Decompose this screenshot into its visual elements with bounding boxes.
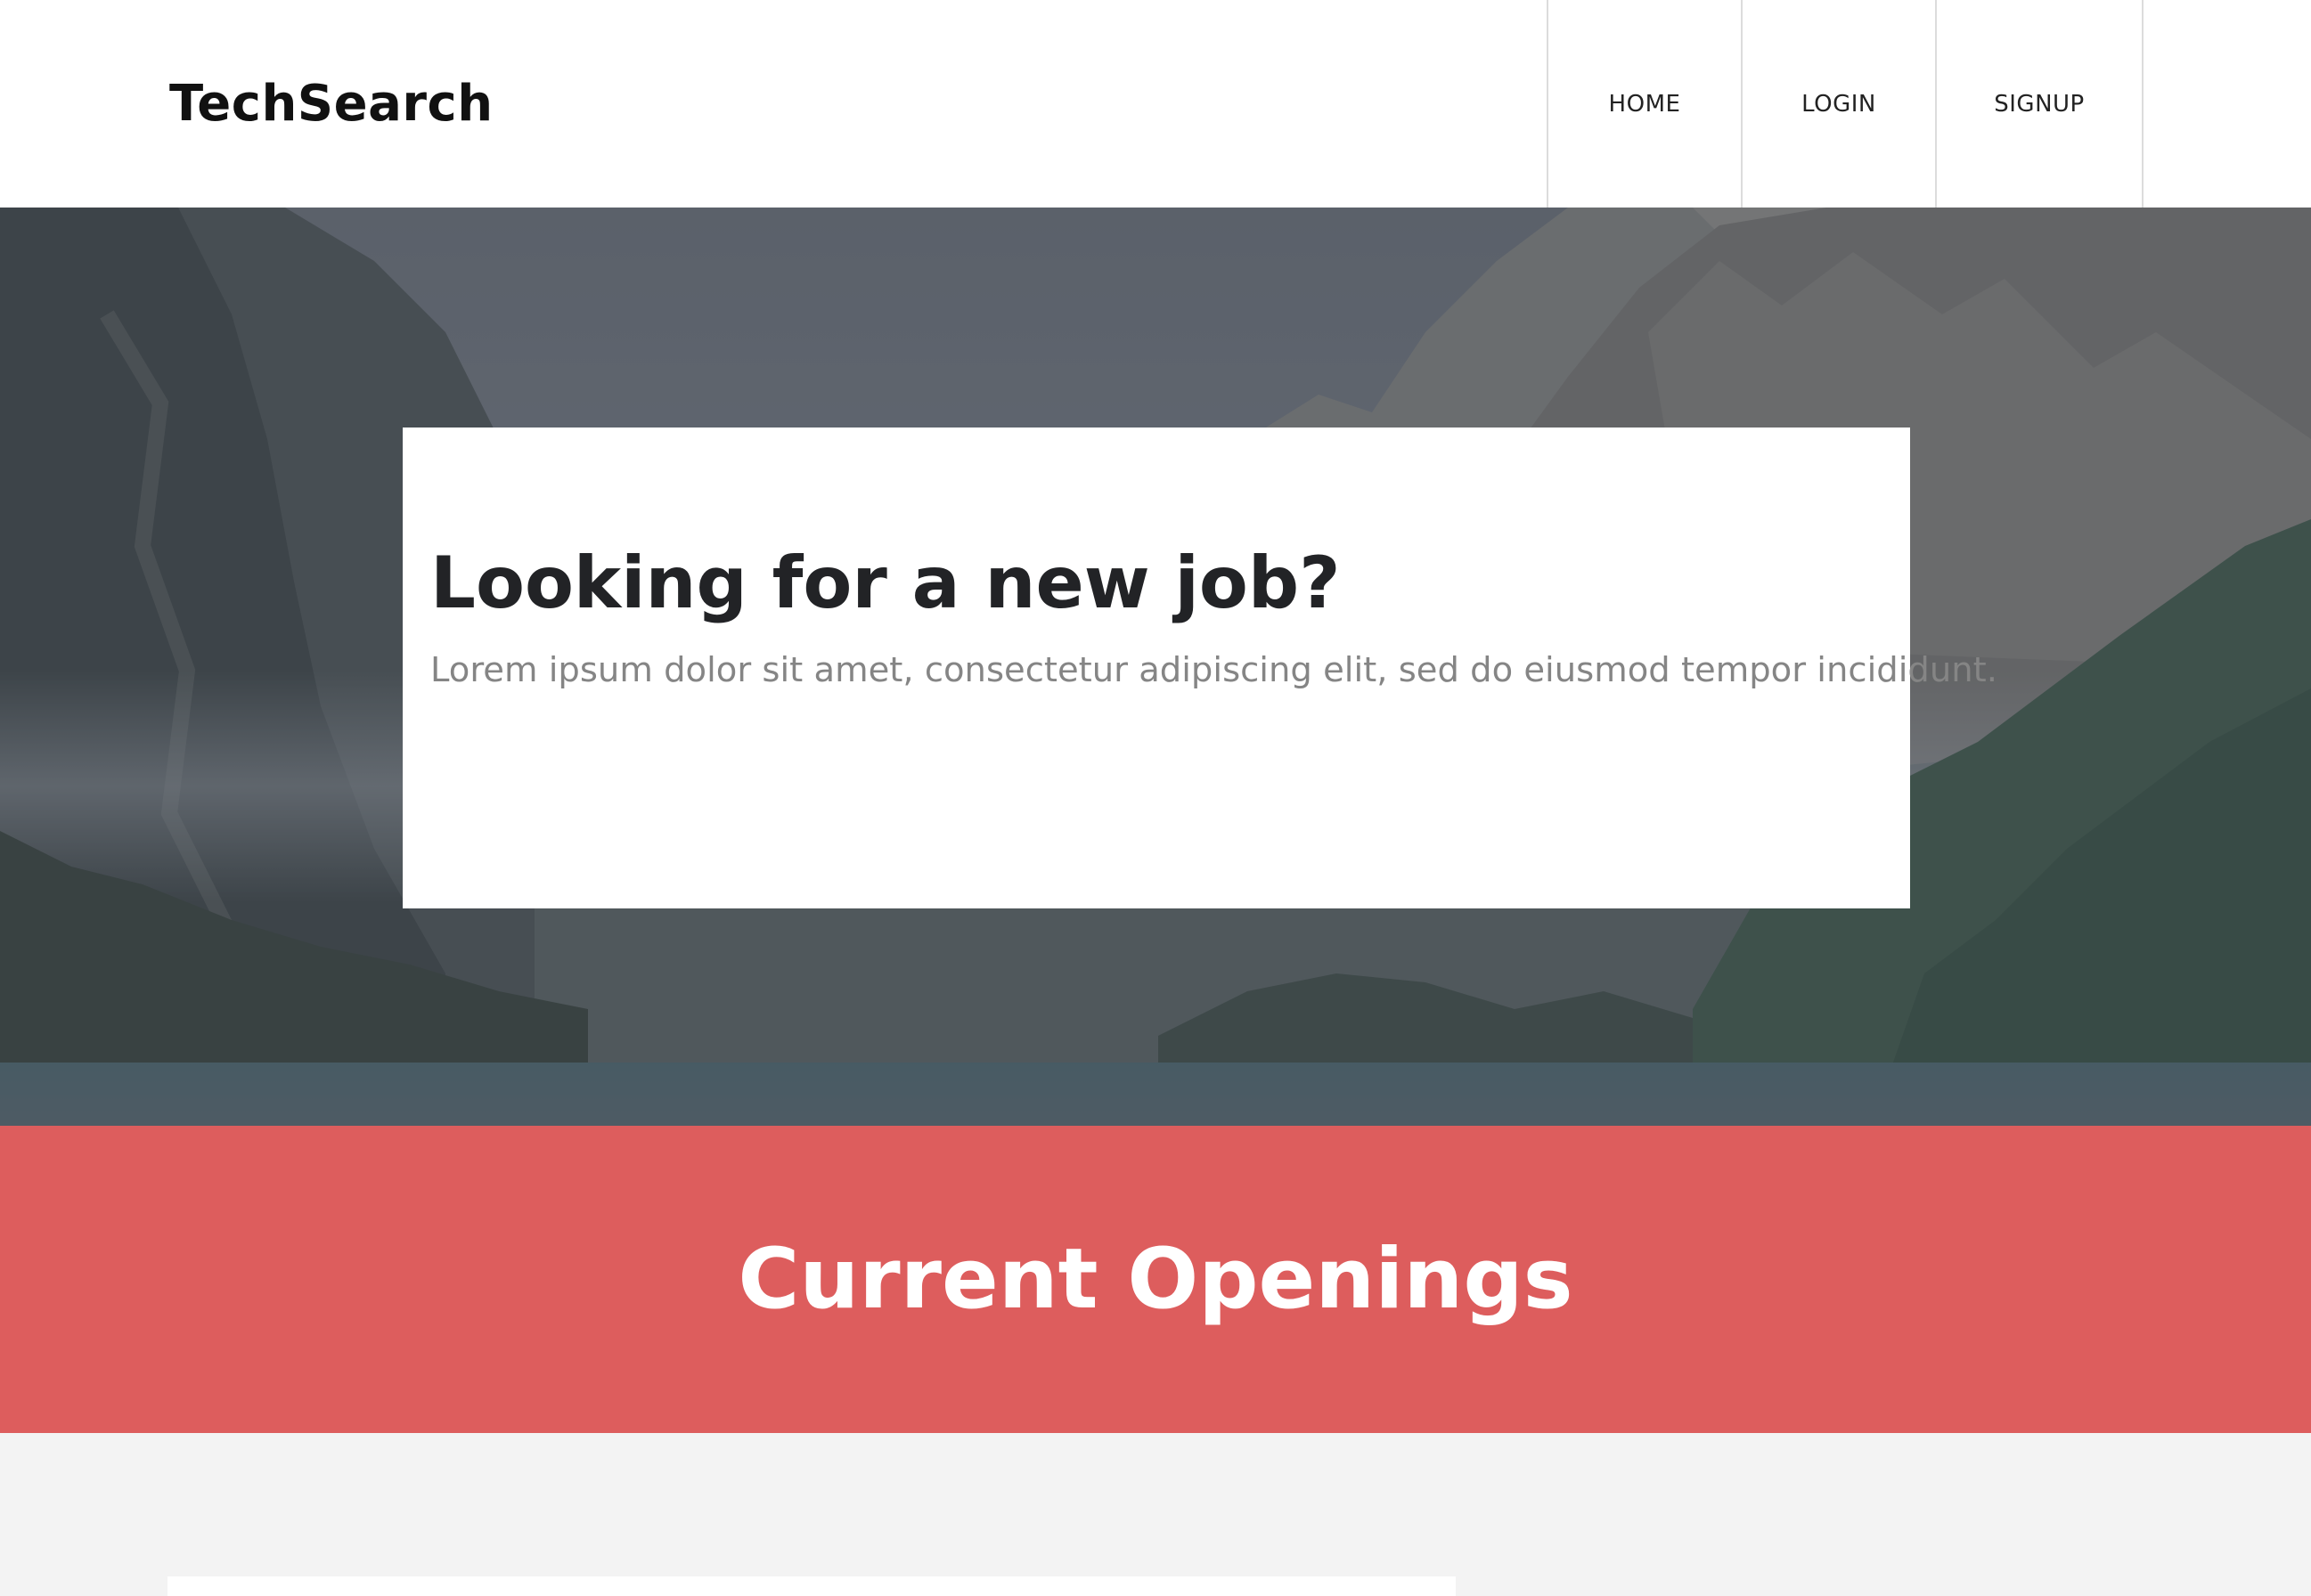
page: TechSearch HOME LOGIN SIGNUP Looking for… (0, 0, 2311, 1596)
nav-login-link[interactable]: LOGIN (1743, 0, 1937, 208)
nav-signup-link[interactable]: SIGNUP (1937, 0, 2144, 208)
brand-logo[interactable]: TechSearch (169, 73, 494, 135)
main-nav: HOME LOGIN SIGNUP (1547, 0, 2144, 208)
site-header: TechSearch HOME LOGIN SIGNUP (0, 0, 2311, 208)
openings-title: Current Openings (738, 1230, 1573, 1328)
nav-home-link[interactable]: HOME (1548, 0, 1743, 208)
hero-section: Looking for a new job? Lorem ipsum dolor… (0, 208, 2311, 1126)
openings-banner: Current Openings (0, 1126, 2311, 1433)
job-listing-card[interactable] (167, 1576, 1456, 1596)
job-listing-area (0, 1433, 2311, 1596)
hero-title: Looking for a new job? (430, 542, 1341, 624)
hero-card: Looking for a new job? Lorem ipsum dolor… (403, 428, 1997, 908)
hero-subtitle: Lorem ipsum dolor sit amet, consectetur … (430, 650, 1997, 690)
